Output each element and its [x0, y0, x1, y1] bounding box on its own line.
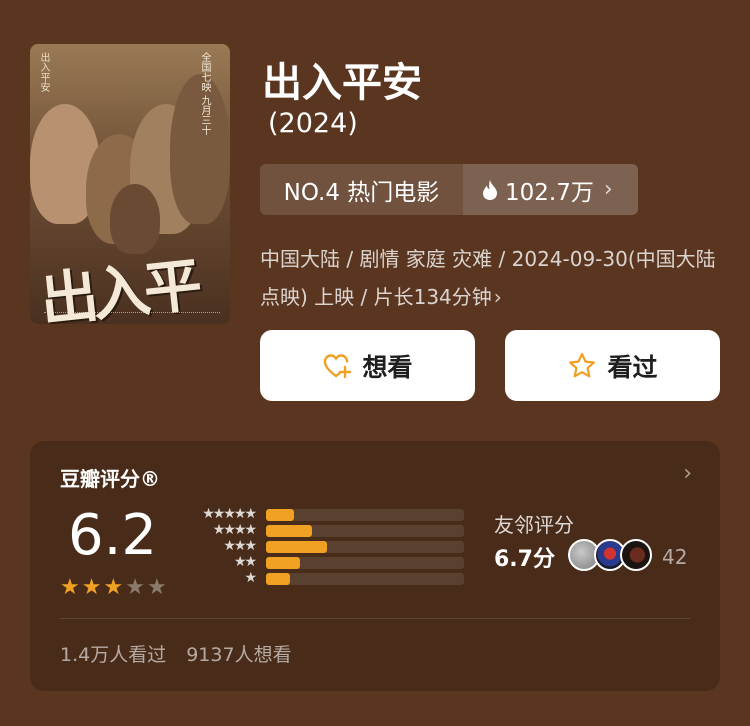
poster-credits [44, 312, 220, 318]
rating-bar-fill [266, 557, 300, 569]
want-label: 想看 [362, 352, 413, 382]
star-empty-icon: ★ [125, 575, 145, 600]
movie-meta[interactable]: 中国大陆 / 剧情 家庭 灾难 / 2024-09-30(中国大陆点映) 上映 … [260, 240, 720, 316]
rating-bar-label: ★★★ [223, 538, 257, 554]
star-filled-icon: ★ [103, 575, 124, 600]
chevron-right-icon[interactable]: › [683, 461, 692, 486]
rating-bar-label: ★★★★ [212, 522, 257, 538]
star-empty-icon: ★ [146, 575, 167, 600]
rating-bar-label: ★★ [233, 554, 257, 570]
divider [60, 618, 690, 619]
heat-link[interactable]: 102.7万 › [463, 164, 638, 215]
rating-bar-label: ★ [244, 570, 256, 586]
rating-bar-fill [266, 509, 294, 521]
watched-button[interactable]: 看过 [505, 330, 720, 401]
rank-label: NO.4 热门电影 [283, 179, 440, 206]
rating-section-title: 豆瓣评分® [60, 467, 160, 491]
friends-rating-label: 友邻评分 [494, 513, 574, 537]
rating-distribution: ★★★★★ ★★★★ ★★★ ★★ ★ [185, 507, 475, 587]
chevron-right-icon: › [603, 177, 613, 202]
rating-score: 6.2 [68, 503, 158, 568]
friends-count: 42 [662, 545, 688, 569]
want-to-watch-button[interactable]: 想看 [260, 330, 475, 401]
friend-avatars[interactable] [568, 539, 658, 571]
heart-plus-icon [324, 353, 352, 378]
chevron-right-icon: › [493, 285, 502, 309]
rating-bar-2-star: ★★ [185, 555, 475, 571]
poster-side-text: 出入平安 [38, 52, 49, 92]
movie-poster[interactable]: 出入平安 全国七映 九月三十 出入平安 [30, 44, 230, 324]
seen-label: 看过 [607, 352, 658, 382]
rank-pill: NO.4 热门电影 102.7万 › [260, 164, 638, 215]
flame-icon [483, 179, 497, 200]
star-filled-icon: ★ [81, 575, 102, 600]
rating-bar-label: ★★★★★ [202, 506, 257, 522]
rating-bar-track [266, 541, 464, 553]
rating-bar-1-star: ★ [185, 571, 475, 587]
rating-stars: ★ ★ ★ ★ ★ [60, 577, 167, 599]
movie-title: 出入平安 [262, 60, 422, 106]
movie-meta-text: 中国大陆 / 剧情 家庭 灾难 / 2024-09-30(中国大陆点映) 上映 … [260, 247, 716, 309]
avatar [620, 539, 652, 571]
seen-count: 1.4万人看过 [60, 644, 167, 666]
rating-card[interactable]: 豆瓣评分® › 6.2 ★ ★ ★ ★ ★ ★★★★★ ★★★★ ★★★ ★★ ★ 友邻评分 6… [30, 441, 720, 691]
rating-bar-fill [266, 541, 327, 553]
movie-year: (2024) [268, 108, 358, 139]
rating-bar-track [266, 557, 464, 569]
star-filled-icon: ★ [60, 575, 80, 600]
rating-bar-track [266, 509, 464, 521]
poster-tagline: 全国七映 九月三十 [199, 52, 210, 136]
poster-title-art: 出入平安 [37, 250, 200, 324]
rating-bar-5-star: ★★★★★ [185, 507, 475, 523]
rating-bar-4-star: ★★★★ [185, 523, 475, 539]
watch-stats: 1.4万人看过 9137人想看 [60, 640, 292, 667]
heat-count: 102.7万 [505, 179, 594, 206]
friends-rating-score: 6.7分 [494, 547, 555, 572]
rating-bar-track [266, 573, 464, 585]
rating-bar-fill [266, 525, 312, 537]
star-outline-icon [569, 352, 596, 377]
rating-bar-3-star: ★★★ [185, 539, 475, 555]
rating-bar-track [266, 525, 464, 537]
rank-chart-link[interactable]: NO.4 热门电影 [260, 164, 463, 215]
rating-bar-fill [266, 573, 290, 585]
want-count: 9137人想看 [186, 644, 292, 666]
